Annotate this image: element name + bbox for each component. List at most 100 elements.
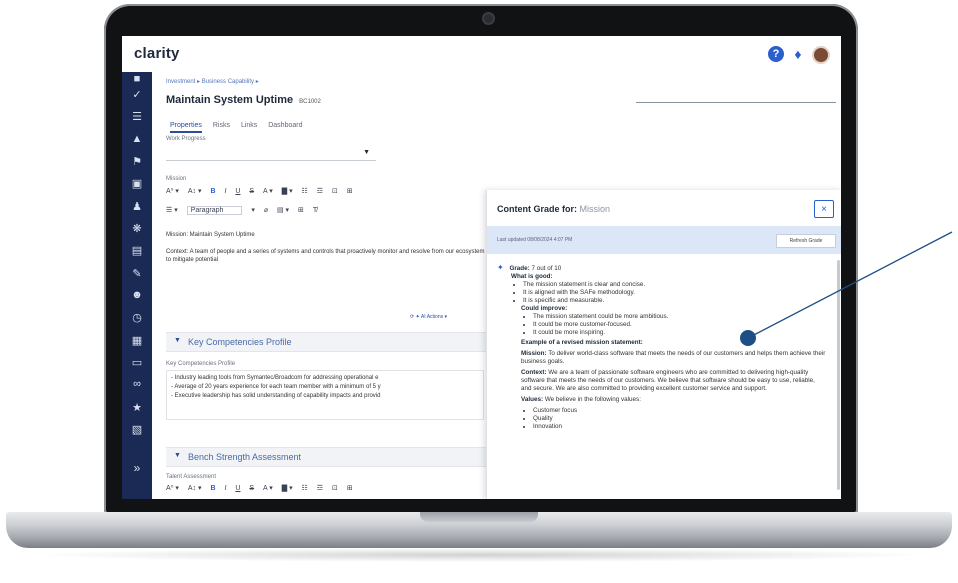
bold-button[interactable]: B [210, 188, 215, 195]
page-title-text: Maintain System Uptime [166, 94, 294, 106]
list-icon[interactable]: ☰ [129, 109, 145, 123]
numbered-list-button[interactable]: ☲ [317, 187, 323, 195]
italic-button[interactable]: I [225, 188, 227, 195]
close-button[interactable]: × [814, 200, 834, 218]
highlight-button[interactable]: ▇ ▾ [282, 484, 293, 492]
context-text: We are a team of passionate software eng… [521, 369, 815, 392]
update-bar: Last updated 08/08/2024 4:07 PM Refresh … [487, 226, 841, 254]
numbered-list-button[interactable]: ☲ [317, 484, 323, 492]
font-color-button[interactable]: A ▾ [263, 187, 273, 195]
editor-toolbar-2: A⁰ ▾ A↕ ▾ B I U S A ▾ ▇ ▾ ☷ ☲ ⊡ ⊞ [166, 484, 486, 498]
list-item: It could be more inspiring. [533, 329, 827, 337]
chart-icon[interactable]: ▦ [129, 333, 145, 347]
editor-context-line: Context: A team of people and a series o… [166, 249, 485, 263]
font-color-button[interactable]: A ▾ [263, 484, 273, 492]
collapse-icon[interactable]: ■ [129, 72, 145, 86]
grade-label: Grade: [509, 265, 530, 272]
list-item: It is specific and measurable. [523, 297, 827, 305]
example-heading: Example of a revised mission statement: [521, 339, 643, 346]
briefcase-icon[interactable]: ▣ [129, 176, 145, 190]
font-size-button[interactable]: A⁰ ▾ [166, 187, 179, 195]
tab-dashboard[interactable]: Dashboard [268, 122, 302, 131]
highlight-button[interactable]: ▇ ▾ [282, 187, 293, 195]
list-item: Customer focus [533, 407, 827, 415]
tab-links[interactable]: Links [241, 122, 257, 131]
mission-editor[interactable]: Mission: Maintain System Uptime Context:… [166, 232, 486, 264]
work-progress-select[interactable]: ▼ [166, 146, 376, 161]
notification-bell-icon[interactable]: ♦ [790, 46, 806, 62]
kcp-line: - Average of 20 years experience for eac… [171, 384, 381, 390]
tab-bar: Properties Risks Links Dashboard [170, 122, 311, 133]
ruler-icon[interactable]: ✎ [129, 266, 145, 280]
kcp-textarea[interactable]: - Industry leading tools from Symantec/B… [166, 370, 484, 420]
laptop-notch [420, 512, 538, 522]
link-button[interactable]: ⌀ [264, 206, 268, 214]
table-button[interactable]: ⊞ [347, 187, 353, 195]
panel-title-field: Mission [579, 204, 611, 214]
bank-icon[interactable]: ★ [129, 400, 145, 414]
italic-button[interactable]: I [225, 485, 227, 492]
hierarchy-icon[interactable]: ▲ [129, 132, 145, 146]
chevron-down-icon: ▼ [174, 337, 181, 344]
avatar[interactable] [812, 46, 830, 64]
grade-value: 7 out of 10 [531, 265, 562, 272]
sparkle-icon: ✦ [497, 263, 504, 272]
tab-properties[interactable]: Properties [170, 122, 202, 133]
section-title: Bench Strength Assessment [188, 452, 302, 462]
chevron-down-icon[interactable]: ▾ [251, 206, 255, 214]
monitor-icon[interactable]: ▭ [129, 355, 145, 369]
brand-logo[interactable]: clarity [134, 45, 180, 62]
folder-icon[interactable]: ▧ [129, 422, 145, 436]
underline-button[interactable]: U [235, 188, 240, 195]
page-title: Maintain System Uptime BC1002 [166, 94, 321, 106]
values-label: Values: [521, 396, 544, 403]
strikethrough-button[interactable]: S [249, 188, 254, 195]
values-text: We believe in the following values: [544, 396, 641, 403]
clear-format-button[interactable]: T̸ [313, 207, 317, 214]
people-icon[interactable]: ♟ [129, 199, 145, 213]
strikethrough-button[interactable]: S [249, 485, 254, 492]
insert-table-button[interactable]: ⊞ [298, 206, 304, 214]
panel-scrollbar[interactable] [837, 260, 840, 490]
app-header: clarity ? ♦ [122, 36, 841, 73]
values-list: Customer focus Quality Innovation [497, 407, 827, 431]
insert-image-button[interactable]: ▤ ▾ [277, 206, 289, 214]
laptop-screen: clarity ? ♦ ■ ✓ ☰ ▲ ⚑ ▣ ♟ ❋ ▤ ✎ ☻ ◷ ▦ ▭ … [122, 36, 841, 499]
clock-icon[interactable]: ◷ [129, 310, 145, 324]
text-size-button[interactable]: A↕ ▾ [188, 187, 202, 195]
bullet-list-button[interactable]: ☷ [302, 484, 308, 492]
bold-button[interactable]: B [210, 485, 215, 492]
section-bench-strength[interactable]: ▼ Bench Strength Assessment [166, 447, 496, 467]
mission-label: Mission: [521, 350, 547, 357]
bullet-list-button[interactable]: ☷ [302, 187, 308, 195]
context-label: Context: [521, 369, 547, 376]
network-icon[interactable]: ❋ [129, 221, 145, 235]
section-key-competencies[interactable]: ▼ Key Competencies Profile [166, 332, 496, 352]
text-size-button[interactable]: A↕ ▾ [188, 484, 202, 492]
indent-button[interactable]: ⊡ [332, 484, 338, 492]
chevron-down-icon: ▼ [174, 452, 181, 459]
ai-actions-button[interactable]: ⟳ ✦ AI Actions ▾ [410, 314, 447, 320]
check-icon[interactable]: ✓ [129, 87, 145, 101]
link-icon[interactable]: ∞ [129, 377, 145, 391]
help-icon[interactable]: ? [768, 46, 784, 62]
example-mission: Mission: To deliver world-class software… [521, 350, 827, 366]
list-item: Innovation [533, 423, 827, 431]
expand-icon[interactable]: » [129, 461, 145, 475]
flag-icon[interactable]: ⚑ [129, 154, 145, 168]
paragraph-select[interactable]: Paragraph [186, 206, 243, 215]
content-grade-panel: Content Grade for: Mission × Last update… [486, 190, 841, 499]
underline-button[interactable]: U [235, 485, 240, 492]
font-size-button[interactable]: A⁰ ▾ [166, 484, 179, 492]
table-button[interactable]: ⊞ [347, 484, 353, 492]
indent-button[interactable]: ⊡ [332, 187, 338, 195]
breadcrumb[interactable]: Investment ▸ Business Capability ▸ [166, 78, 259, 85]
section-title: Key Competencies Profile [188, 337, 292, 347]
users-icon[interactable]: ☻ [129, 288, 145, 302]
refresh-grade-button[interactable]: Refresh Grade [776, 234, 836, 248]
improve-list: The mission statement could be more ambi… [497, 313, 827, 337]
tab-risks[interactable]: Risks [213, 122, 230, 131]
example-context: Context: We are a team of passionate sof… [521, 369, 827, 393]
document-icon[interactable]: ▤ [129, 243, 145, 257]
align-button[interactable]: ☰ ▾ [166, 206, 178, 214]
